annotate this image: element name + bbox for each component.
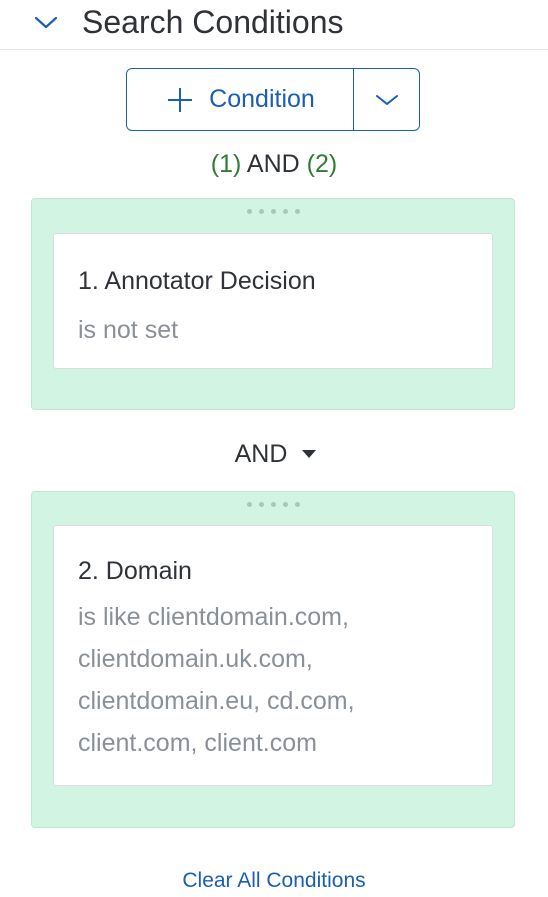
search-conditions-panel: Search Conditions Condition (1) AND (2) … xyxy=(0,0,548,897)
panel-title: Search Conditions xyxy=(82,4,344,40)
expression-ref-2: (2) xyxy=(306,150,338,178)
add-condition-split-button: Condition xyxy=(126,68,420,131)
expression-ref-1: (1) xyxy=(210,150,242,178)
drag-handle[interactable] xyxy=(32,209,514,214)
panel-header: Search Conditions xyxy=(0,0,548,50)
condition-title: 1. Annotator Decision xyxy=(78,267,316,295)
plus-icon xyxy=(168,87,193,112)
add-condition-dropdown-button[interactable] xyxy=(354,69,419,130)
condition-description-line: clientdomain.eu, cd.com, xyxy=(78,687,355,715)
clear-all-conditions: Clear All Conditions xyxy=(0,866,548,896)
chevron-down-icon[interactable] xyxy=(32,12,60,32)
condition-group-1: 1. Annotator Decision is not set xyxy=(31,198,515,410)
condition-joiner: AND xyxy=(0,436,548,472)
caret-down-icon xyxy=(302,450,317,458)
drag-handle[interactable] xyxy=(32,502,514,507)
condition-card-2[interactable]: 2. Domain is like clientdomain.com, clie… xyxy=(53,525,493,786)
condition-title: 2. Domain xyxy=(78,557,192,585)
condition-description: is not set xyxy=(78,316,179,344)
condition-description: is like clientdomain.com, clientdomain.u… xyxy=(78,596,468,764)
condition-expression: (1) AND (2) xyxy=(0,146,548,182)
condition-description-line: is like clientdomain.com, xyxy=(78,603,349,631)
clear-all-conditions-link[interactable]: Clear All Conditions xyxy=(182,869,365,892)
condition-group-2: 2. Domain is like clientdomain.com, clie… xyxy=(31,491,515,828)
chevron-down-icon xyxy=(375,94,398,105)
joiner-operator-label: AND xyxy=(234,439,288,468)
add-condition-button[interactable]: Condition xyxy=(127,69,354,130)
joiner-operator-dropdown[interactable]: AND xyxy=(235,440,318,469)
condition-description-line: client.com, client.com xyxy=(78,729,317,757)
expression-operator: AND xyxy=(246,150,300,178)
condition-card-1[interactable]: 1. Annotator Decision is not set xyxy=(53,233,493,369)
condition-description-line: clientdomain.uk.com, xyxy=(78,645,313,673)
add-condition-label: Condition xyxy=(209,85,315,113)
